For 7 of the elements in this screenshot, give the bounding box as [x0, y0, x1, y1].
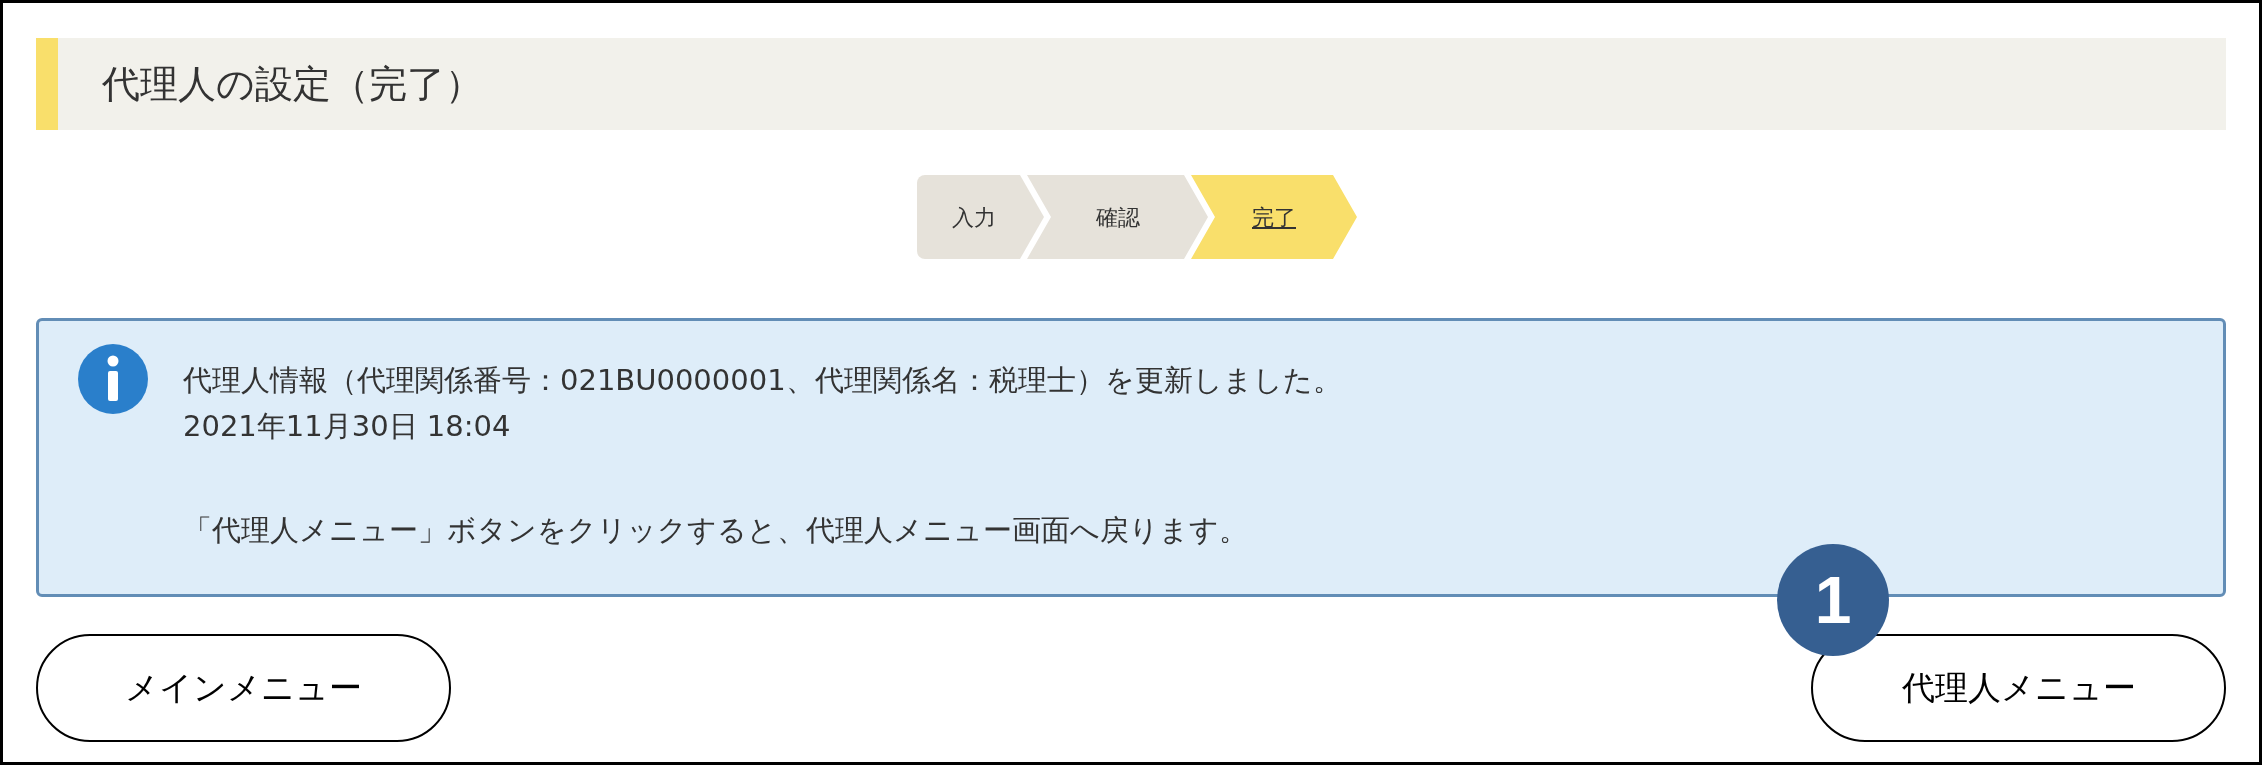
page-title: 代理人の設定（完了） [102, 60, 483, 108]
update-message: 代理人情報（代理関係番号：021BU0000001、代理関係名：税理士）を更新しました。 [183, 362, 1342, 399]
return-note: 「代理人メニュー」ボタンをクリックすると、代理人メニュー画面へ戻ります。 [183, 512, 1249, 549]
agent-menu-button[interactable]: 代理人メニュー [1811, 634, 2226, 742]
info-icon [77, 343, 149, 415]
update-timestamp: 2021年11月30日 18:04 [183, 408, 512, 445]
main-menu-button[interactable]: メインメニュー [36, 634, 451, 742]
